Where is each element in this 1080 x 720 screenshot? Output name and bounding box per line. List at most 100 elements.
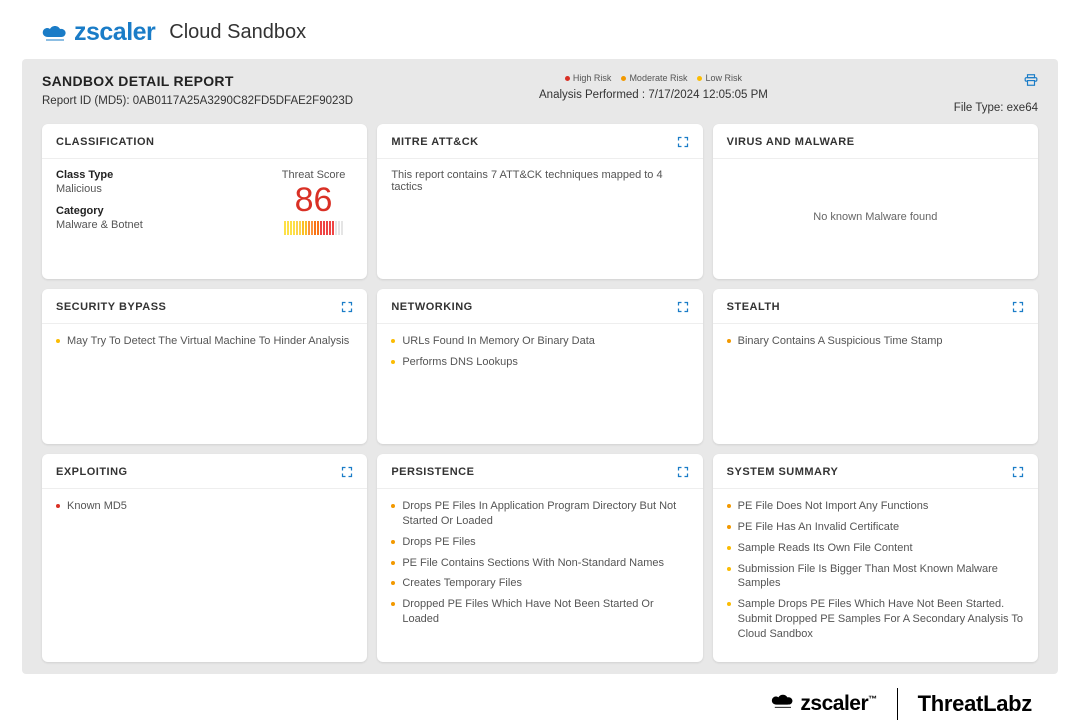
risk-bullet-yellow <box>391 360 395 364</box>
finding-list: Known MD5 <box>56 499 353 514</box>
product-name: Cloud Sandbox <box>169 21 306 44</box>
card-title: EXPLOITING <box>56 466 128 478</box>
card-security-bypass: SECURITY BYPASS May Try To Detect The Vi… <box>42 289 367 444</box>
finding-item: Creates Temporary Files <box>391 576 688 591</box>
risk-bullet-yellow <box>727 546 731 550</box>
finding-item: PE File Contains Sections With Non-Stand… <box>391 556 688 571</box>
zscaler-cloud-icon <box>40 23 68 43</box>
finding-text: PE File Contains Sections With Non-Stand… <box>402 556 664 571</box>
brand-logo: zscaler <box>40 18 155 47</box>
legend-low-risk: Low Risk <box>697 73 742 83</box>
finding-text: Sample Reads Its Own File Content <box>738 541 913 556</box>
risk-bullet-orange <box>727 525 731 529</box>
card-title: CLASSIFICATION <box>56 136 154 148</box>
finding-item: Binary Contains A Suspicious Time Stamp <box>727 334 1024 349</box>
card-title: NETWORKING <box>391 301 472 313</box>
expand-icon[interactable] <box>677 136 689 148</box>
finding-text: Submission File Is Bigger Than Most Know… <box>738 562 1024 592</box>
finding-text: Dropped PE Files Which Have Not Been Sta… <box>402 597 688 627</box>
risk-bullet-red <box>56 504 60 508</box>
zscaler-cloud-icon <box>769 692 795 715</box>
risk-bullet-yellow <box>391 339 395 343</box>
card-grid: CLASSIFICATION Class Type Malicious Cate… <box>42 124 1038 662</box>
finding-item: PE File Has An Invalid Certificate <box>727 520 1024 535</box>
risk-bullet-yellow <box>727 567 731 571</box>
footer-divider <box>897 688 898 720</box>
card-system-summary: SYSTEM SUMMARY PE File Does Not Import A… <box>713 454 1038 662</box>
expand-icon[interactable] <box>341 466 353 478</box>
finding-item: Sample Drops PE Files Which Have Not Bee… <box>727 597 1024 642</box>
expand-icon[interactable] <box>1012 301 1024 313</box>
finding-text: URLs Found In Memory Or Binary Data <box>402 334 595 349</box>
card-title: SYSTEM SUMMARY <box>727 466 839 478</box>
expand-icon[interactable] <box>1012 466 1024 478</box>
risk-legend: High Risk Moderate Risk Low Risk <box>353 73 954 83</box>
card-networking: NETWORKING URLs Found In Memory Or Binar… <box>377 289 702 444</box>
risk-bullet-orange <box>391 561 395 565</box>
expand-icon[interactable] <box>341 301 353 313</box>
file-type: File Type: exe64 <box>954 102 1038 114</box>
finding-text: Drops PE Files In Application Program Di… <box>402 499 688 529</box>
threat-score-label: Threat Score <box>282 169 346 181</box>
finding-item: Known MD5 <box>56 499 353 514</box>
finding-list: Binary Contains A Suspicious Time Stamp <box>727 334 1024 349</box>
footer-brand: zscaler™ <box>769 692 876 716</box>
finding-text: May Try To Detect The Virtual Machine To… <box>67 334 349 349</box>
report-id: Report ID (MD5): 0AB0117A25A3290C82FD5DF… <box>42 95 353 107</box>
card-title: MITRE ATT&CK <box>391 136 478 148</box>
card-classification: CLASSIFICATION Class Type Malicious Cate… <box>42 124 367 279</box>
finding-list: May Try To Detect The Virtual Machine To… <box>56 334 353 349</box>
card-persistence: PERSISTENCE Drops PE Files In Applicatio… <box>377 454 702 662</box>
finding-text: Known MD5 <box>67 499 127 514</box>
expand-icon[interactable] <box>677 301 689 313</box>
finding-text: PE File Does Not Import Any Functions <box>738 499 929 514</box>
card-virus: VIRUS AND MALWARE No known Malware found <box>713 124 1038 279</box>
brand-name: zscaler <box>74 18 155 47</box>
analysis-performed: Analysis Performed : 7/17/2024 12:05:05 … <box>353 89 954 101</box>
risk-bullet-yellow <box>56 339 60 343</box>
risk-bullet-orange <box>391 504 395 508</box>
threatlabz-logo: ThreatLabz <box>918 691 1032 717</box>
finding-text: PE File Has An Invalid Certificate <box>738 520 899 535</box>
finding-item: URLs Found In Memory Or Binary Data <box>391 334 688 349</box>
footer: zscaler™ ThreatLabz <box>0 674 1080 720</box>
finding-list: PE File Does Not Import Any Functions PE … <box>727 499 1024 642</box>
finding-list: URLs Found In Memory Or Binary Data Perfo… <box>391 334 688 370</box>
card-title: PERSISTENCE <box>391 466 474 478</box>
card-exploiting: EXPLOITING Known MD5 <box>42 454 367 662</box>
finding-item: Sample Reads Its Own File Content <box>727 541 1024 556</box>
risk-bullet-yellow <box>727 602 731 606</box>
threat-gauge <box>282 221 346 235</box>
finding-text: Performs DNS Lookups <box>402 355 518 370</box>
report-container: SANDBOX DETAIL REPORT Report ID (MD5): 0… <box>22 59 1058 674</box>
finding-text: Binary Contains A Suspicious Time Stamp <box>738 334 943 349</box>
print-icon[interactable] <box>1024 73 1038 90</box>
footer-brand-text: zscaler™ <box>800 692 876 716</box>
app-header: zscaler Cloud Sandbox <box>0 0 1080 59</box>
legend-moderate-risk: Moderate Risk <box>621 73 687 83</box>
risk-bullet-orange <box>391 540 395 544</box>
risk-bullet-orange <box>727 504 731 508</box>
card-title: VIRUS AND MALWARE <box>727 136 855 148</box>
finding-item: Submission File Is Bigger Than Most Know… <box>727 562 1024 592</box>
finding-text: Sample Drops PE Files Which Have Not Bee… <box>738 597 1024 642</box>
threat-score-value: 86 <box>282 183 346 217</box>
finding-item: Drops PE Files In Application Program Di… <box>391 499 688 529</box>
finding-item: Drops PE Files <box>391 535 688 550</box>
report-title: SANDBOX DETAIL REPORT <box>42 73 353 89</box>
expand-icon[interactable] <box>677 466 689 478</box>
risk-bullet-orange <box>727 339 731 343</box>
card-title: SECURITY BYPASS <box>56 301 166 313</box>
card-mitre: MITRE ATT&CK This report contains 7 ATT&… <box>377 124 702 279</box>
card-title: STEALTH <box>727 301 780 313</box>
legend-high-risk: High Risk <box>565 73 612 83</box>
finding-list: Drops PE Files In Application Program Di… <box>391 499 688 627</box>
category-label: Category <box>56 205 282 217</box>
finding-item: Performs DNS Lookups <box>391 355 688 370</box>
virus-message: No known Malware found <box>713 159 1038 279</box>
risk-bullet-orange <box>391 602 395 606</box>
class-type-label: Class Type <box>56 169 282 181</box>
finding-item: Dropped PE Files Which Have Not Been Sta… <box>391 597 688 627</box>
risk-bullet-orange <box>391 581 395 585</box>
category-value: Malware & Botnet <box>56 219 282 231</box>
